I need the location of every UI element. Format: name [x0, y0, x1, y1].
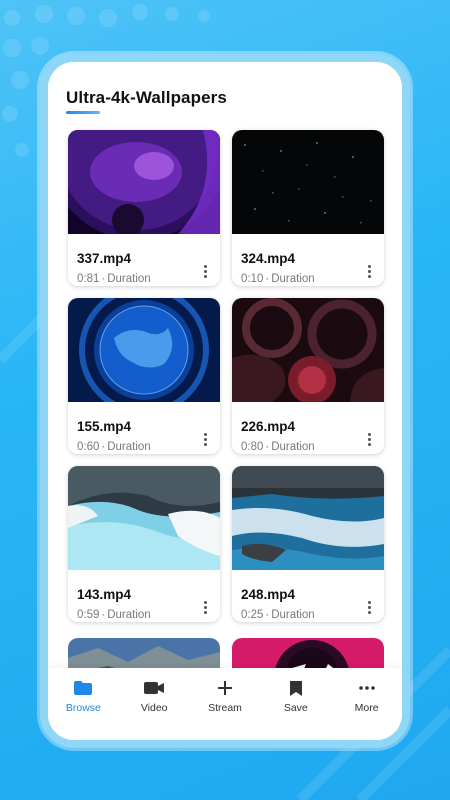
bookmark-icon — [289, 678, 303, 698]
duration-label: Duration — [271, 609, 315, 621]
more-options-icon[interactable] — [198, 261, 212, 281]
nav-label: Browse — [65, 702, 101, 714]
folder-icon — [73, 678, 93, 698]
video-card[interactable]: 143.mp4 0:59 · Duration — [68, 466, 220, 622]
video-thumbnail[interactable] — [68, 466, 220, 570]
video-card[interactable]: 155.mp4 0:60 · Duration — [68, 298, 220, 454]
nav-label: Stream — [208, 702, 242, 714]
nav-label: More — [354, 702, 379, 714]
nav-item-browse[interactable]: Browse — [51, 678, 115, 714]
page-title: Ultra-4k-Wallpapers — [66, 88, 227, 107]
phone-frame: Ultra-4k-Wallpapers 337.mp4 0:81 · Duratio… — [40, 54, 410, 748]
video-filename: 337.mp4 — [77, 251, 132, 266]
video-card[interactable]: 226.mp4 0:80 · Duration — [232, 298, 384, 454]
nav-label: Save — [283, 702, 308, 714]
video-duration: 0:81 — [77, 273, 100, 285]
video-meta: 0:59 · Duration — [77, 609, 151, 621]
more-horizontal-icon — [358, 678, 375, 698]
video-card[interactable]: 324.mp4 0:10 · Duration — [232, 130, 384, 286]
video-grid: 337.mp4 0:81 · Duration 324.mp4 0:10 · D… — [68, 130, 386, 622]
video-filename: 155.mp4 — [77, 419, 132, 434]
more-options-icon[interactable] — [362, 429, 376, 449]
video-meta: 0:81 · Duration — [77, 273, 151, 285]
video-filename: 248.mp4 — [241, 587, 296, 602]
video-duration: 0:10 — [241, 273, 264, 285]
title-underline — [66, 111, 100, 114]
video-filename: 324.mp4 — [241, 251, 296, 266]
video-duration: 0:25 — [241, 609, 264, 621]
video-duration: 0:59 — [77, 609, 100, 621]
video-card[interactable]: 337.mp4 0:81 · Duration — [68, 130, 220, 286]
duration-label: Duration — [271, 441, 315, 453]
more-options-icon[interactable] — [362, 261, 376, 281]
video-duration: 0:80 — [241, 441, 264, 453]
duration-label: Duration — [107, 441, 151, 453]
nav-item-video[interactable]: Video — [122, 678, 186, 714]
nav-item-more[interactable]: More — [335, 678, 399, 714]
video-camera-icon — [143, 678, 165, 698]
more-options-icon[interactable] — [198, 429, 212, 449]
duration-label: Duration — [271, 273, 315, 285]
video-thumbnail[interactable] — [232, 466, 384, 570]
video-thumbnail[interactable] — [232, 298, 384, 404]
nav-label: Video — [140, 702, 168, 714]
app-header: Ultra-4k-Wallpapers — [66, 88, 227, 114]
nav-item-save[interactable]: Save — [264, 678, 328, 714]
video-meta: 0:60 · Duration — [77, 441, 151, 453]
video-card[interactable]: 248.mp4 0:25 · Duration — [232, 466, 384, 622]
bottom-navigation: Browse Video Stream Save More — [48, 668, 402, 740]
video-meta: 0:25 · Duration — [241, 609, 315, 621]
more-options-icon[interactable] — [198, 597, 212, 617]
video-duration: 0:60 — [77, 441, 100, 453]
app-screen: Ultra-4k-Wallpapers 337.mp4 0:81 · Duratio… — [48, 62, 402, 740]
duration-label: Duration — [107, 609, 151, 621]
video-filename: 143.mp4 — [77, 587, 132, 602]
duration-label: Duration — [107, 273, 151, 285]
video-meta: 0:10 · Duration — [241, 273, 315, 285]
video-meta: 0:80 · Duration — [241, 441, 315, 453]
video-thumbnail[interactable] — [68, 130, 220, 240]
video-filename: 226.mp4 — [241, 419, 296, 434]
more-options-icon[interactable] — [362, 597, 376, 617]
video-thumbnail[interactable] — [232, 130, 384, 234]
nav-item-stream[interactable]: Stream — [193, 678, 257, 714]
plus-icon — [217, 678, 232, 698]
video-thumbnail[interactable] — [68, 298, 220, 415]
